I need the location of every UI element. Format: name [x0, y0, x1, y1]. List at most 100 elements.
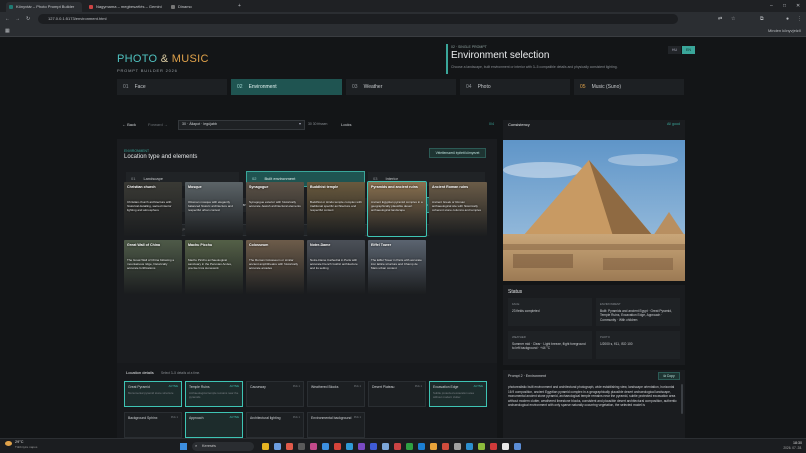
- taskbar-app-icon[interactable]: [466, 443, 473, 450]
- taskbar-app-icon[interactable]: [394, 443, 401, 450]
- taskbar-app-icon[interactable]: [262, 443, 269, 450]
- browser-tab-2[interactable]: Nagymama – megbeszélés – Gemini: [86, 2, 168, 12]
- detail-option[interactable]: Desert Plateau Pick 1: [368, 381, 426, 407]
- close-window-icon[interactable]: ✕: [796, 2, 800, 10]
- taskbar-app-icon[interactable]: [286, 443, 293, 450]
- heritage-card[interactable]: Colosseum The Roman Colosseum or similar …: [246, 240, 304, 294]
- heritage-card[interactable]: Mosque Ottoman mosque with elegantly bala…: [185, 182, 243, 236]
- taskbar-app-icon[interactable]: [454, 443, 461, 450]
- hero-accent: [446, 44, 448, 74]
- step-environment[interactable]: 02 Environment: [231, 79, 342, 95]
- step-music[interactable]: 05 Music (Suno): [574, 79, 684, 95]
- translate-icon[interactable]: ⇄: [718, 15, 722, 23]
- status-title: Status: [508, 289, 523, 295]
- detail-badge: Pick 1: [353, 416, 361, 419]
- detail-option[interactable]: Background Sphinx Pick 1: [124, 412, 182, 438]
- heritage-card[interactable]: Eiffel Tower The Eiffel Tower in Paris wi…: [368, 240, 426, 294]
- card-title: Pyramids and ancient ruins: [371, 185, 418, 189]
- bookmarks-bar: ▦ Minden könyvjelző: [0, 26, 806, 37]
- status-environment: ENVIRONMENT Built: Pyramids and ancient E…: [596, 298, 680, 326]
- heritage-card[interactable]: Pyramids and ancient ruins Ancient Egypti…: [367, 181, 427, 237]
- apps-grid-icon[interactable]: ▦: [5, 27, 10, 35]
- minimize-icon[interactable]: –: [770, 2, 773, 10]
- detail-option[interactable]: Weathered Blocks Pick 1: [307, 381, 365, 407]
- hero-kicker: 02 · SINGLE PROMPT: [451, 45, 487, 49]
- taskbar-app-icon[interactable]: [502, 443, 509, 450]
- detail-option[interactable]: Approach ACTIVE: [185, 412, 243, 438]
- maximize-icon[interactable]: □: [783, 2, 786, 10]
- heritage-card[interactable]: Machu Picchu Machu Picchu archaeological …: [185, 240, 243, 294]
- taskbar-app-icon[interactable]: [310, 443, 317, 450]
- taskbar-app-icon[interactable]: [298, 443, 305, 450]
- step-photo[interactable]: 04 Photo: [460, 79, 570, 95]
- copy-prompt-button[interactable]: ⧉ Copy: [658, 372, 680, 380]
- browser-tabstrip: Könyvtár – Photo Prompt Builder Nagymama…: [0, 0, 806, 12]
- windows-start-icon[interactable]: [180, 443, 187, 450]
- weather-temp: 29°C: [15, 440, 24, 444]
- new-tab-icon[interactable]: +: [238, 2, 241, 10]
- taskbar-search[interactable]: ⌕ Keresés: [192, 442, 254, 451]
- reload-icon[interactable]: ↻: [26, 15, 30, 23]
- detail-title: Weathered Blocks: [311, 385, 339, 389]
- card-description: Ancient Egyptian pyramid complex in a ge…: [371, 200, 423, 212]
- taskbar-app-icon[interactable]: [418, 443, 425, 450]
- url-input[interactable]: 127.0.0.1:5173/environment.html: [38, 14, 678, 24]
- detail-badge: Pick 1: [414, 385, 422, 388]
- prompt-scrollbar[interactable]: [681, 384, 683, 414]
- preset-select[interactable]: 30 · Állapot · legújabb ▾: [178, 120, 305, 130]
- favicon-icon: [9, 5, 13, 9]
- taskbar-app-icon[interactable]: [478, 443, 485, 450]
- heritage-card[interactable]: Ancient Roman ruins Ancient Greek or Roma…: [429, 182, 487, 236]
- menu-icon[interactable]: ⋮: [797, 15, 802, 23]
- taskbar-app-icon[interactable]: [322, 443, 329, 450]
- taskbar-app-icon[interactable]: [382, 443, 389, 450]
- brand-subtitle: PROMPT BUILDER 2026: [117, 68, 178, 73]
- forward-arrow-icon[interactable]: →: [15, 15, 20, 23]
- taskbar-app-icon[interactable]: [490, 443, 497, 450]
- detail-option[interactable]: Causeway Pick 1: [246, 381, 304, 407]
- chevron-down-icon: ▾: [298, 121, 301, 126]
- lang-hu-button[interactable]: HU: [668, 46, 681, 54]
- prompt-label: Prompt 2 · Environment: [508, 374, 546, 378]
- back-arrow-icon[interactable]: ←: [5, 15, 10, 23]
- taskbar-app-icon[interactable]: [430, 443, 437, 450]
- taskbar-app-icon[interactable]: [274, 443, 281, 450]
- taskbar-app-icon[interactable]: [370, 443, 377, 450]
- heritage-card[interactable]: Christian church Christian church archite…: [124, 182, 182, 236]
- heritage-card[interactable]: Buddhist temple Buddhist or Hindu temple …: [307, 182, 365, 236]
- detail-option[interactable]: Architectural lighting Pick 1: [246, 412, 304, 438]
- taskbar-app-icon[interactable]: [358, 443, 365, 450]
- detail-option[interactable]: Temple Ruins ACTIVE Archaeological temple …: [185, 381, 243, 407]
- all-bookmarks-link[interactable]: Minden könyvjelző: [768, 28, 801, 33]
- taskbar-app-icon[interactable]: [334, 443, 341, 450]
- step-face[interactable]: 01 Face: [117, 79, 227, 95]
- taskbar-app-icon[interactable]: [346, 443, 353, 450]
- locks-count: 0/4: [489, 122, 494, 126]
- lang-en-button[interactable]: EN: [682, 46, 695, 54]
- detail-option[interactable]: Great Pyramid ACTIVE Monumental pyramid st…: [124, 381, 182, 407]
- detail-badge: Pick 1: [353, 385, 361, 388]
- heritage-card[interactable]: Notre-Dame Notre-Dame Cathedral in Paris …: [307, 240, 365, 294]
- browser-tab-3[interactable]: Dinamo: [168, 2, 232, 12]
- step-weather[interactable]: 03 Weather: [346, 79, 456, 95]
- back-button[interactable]: ← Back: [122, 122, 136, 127]
- taskbar-app-icon[interactable]: [514, 443, 521, 450]
- taskbar-app-icon[interactable]: [406, 443, 413, 450]
- forward-button[interactable]: Forward →: [148, 122, 168, 127]
- bookmark-star-icon[interactable]: ☆: [731, 15, 735, 23]
- profile-icon[interactable]: ●: [786, 15, 789, 23]
- detail-option[interactable]: Environmental background Pick 1: [307, 412, 365, 438]
- detail-title: Environmental background: [311, 416, 352, 420]
- detail-badge: ACTIVE: [229, 416, 239, 419]
- env-title: Location type and elements: [124, 154, 198, 160]
- detail-option[interactable]: Excavation Edge ACTIVE Subtle protected ex…: [429, 381, 487, 407]
- prompt-panel: Prompt 2 · Environment ⧉ Copy photoreali…: [503, 370, 685, 438]
- random-environment-button[interactable]: Véletlenszerű épített környezet: [429, 148, 486, 158]
- heritage-card[interactable]: Synagogue Synagogue exterior with histori…: [246, 182, 304, 236]
- heritage-card[interactable]: Great Wall of China The Great Wall of Chi…: [124, 240, 182, 294]
- weather-icon[interactable]: [5, 441, 12, 446]
- extensions-icon[interactable]: ⧉: [760, 15, 764, 23]
- browser-tab-1[interactable]: Könyvtár – Photo Prompt Builder: [6, 2, 82, 12]
- taskbar-app-icon[interactable]: [442, 443, 449, 450]
- status-weather: WEATHER Summer mid · Clear · Light breeze…: [508, 331, 592, 359]
